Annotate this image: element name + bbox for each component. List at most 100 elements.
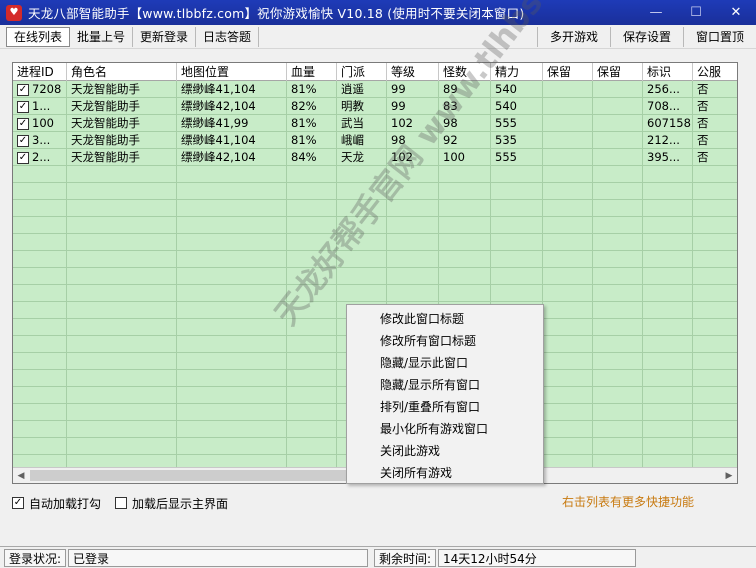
table-cell: 天龙智能助手 [71,150,140,164]
table-cell: ✓ 1... [13,98,67,115]
table-cell [593,98,643,115]
table-cell: 540 [495,99,517,113]
app-logo-icon: ♥ [6,4,22,21]
login-status-value: 已登录 [68,548,368,567]
tab-update-login[interactable]: 更新登录 [133,26,197,47]
table-cell: ✓ 100 [13,115,67,132]
auto-load-label: 自动加载打勾 [29,496,102,511]
show-main-label: 加载后显示主界面 [132,496,229,511]
context-menu: 修改此窗口标题 修改所有窗口标题 隐藏/显示此窗口 隐藏/显示所有窗口 排列/重… [346,304,544,484]
table-cell: 535 [495,133,517,147]
ctx-rename-this-window[interactable]: 修改此窗口标题 [347,308,543,330]
scroll-right-icon[interactable]: ▶ [721,468,737,483]
row-checkbox[interactable]: ✓ [17,151,29,164]
scroll-left-icon[interactable]: ◀ [13,468,29,483]
table-cell [593,149,643,166]
process-id: 1... [32,99,51,113]
column-header[interactable]: 角色名 [67,63,177,81]
scrollbar-thumb[interactable] [30,470,360,481]
table-cell: ✓ 3... [13,132,67,149]
menu-right-group: 多开游戏 保存设置 窗口置顶 [536,26,756,47]
maximize-button[interactable]: ☐ [676,0,716,25]
table-cell: 607158 [647,116,691,130]
column-header[interactable]: 保留 [593,63,643,81]
table-row[interactable]: ✓ 3... 天龙智能助手 缥缈峰41,104 81% 峨嵋 98 92 535 212... 否 [13,132,737,149]
column-header[interactable]: 公服 [693,63,737,81]
table-cell: 84% [291,150,317,164]
table-cell: 天龙 [341,150,364,164]
window-title: 天龙八部智能助手【www.tlbbfz.com】祝你游戏愉快 V10.18 (使… [28,6,525,21]
process-id: 3... [32,133,51,147]
table-cell [593,132,643,149]
table-cell: 395... [647,150,680,164]
table-cell: 否 [697,82,709,96]
table-cell: 缥缈峰41,104 [181,133,256,147]
options-row: ✓ 自动加载打勾 加载后显示主界面 [12,494,242,512]
minimize-button[interactable]: — [636,0,676,25]
row-checkbox[interactable]: ✓ [17,100,29,113]
table-cell: 102 [391,150,413,164]
table-cell: 212... [647,133,680,147]
tab-online-list[interactable]: 在线列表 [6,26,71,47]
table-cell: 540 [495,82,517,96]
table-cell: 峨嵋 [341,133,364,147]
tab-log-quiz[interactable]: 日志答题 [196,26,260,47]
table-cell: 否 [697,116,709,130]
auto-load-option[interactable]: ✓ 自动加载打勾 [12,495,101,512]
show-main-checkbox[interactable] [115,497,128,509]
row-checkbox[interactable]: ✓ [17,83,29,96]
column-header[interactable]: 等级 [387,63,439,81]
window-on-top-button[interactable]: 窗口置顶 [682,26,756,47]
column-header[interactable]: 进程ID [13,63,67,81]
menu-bar: 在线列表 批量上号 更新登录 日志答题 多开游戏 保存设置 窗口置顶 [0,25,756,49]
table-cell: ✓ 2... [13,149,67,166]
table-cell [593,81,643,98]
title-bar[interactable]: ♥ 天龙八部智能助手【www.tlbbfz.com】祝你游戏愉快 V10.18 … [0,0,756,25]
ctx-toggle-this-window[interactable]: 隐藏/显示此窗口 [347,352,543,374]
ctx-close-this-game[interactable]: 关闭此游戏 [347,440,543,462]
table-cell [543,98,593,115]
login-status-label: 登录状况: [4,548,66,567]
main-window: ♥ 天龙八部智能助手【www.tlbbfz.com】祝你游戏愉快 V10.18 … [0,0,756,568]
row-checkbox[interactable]: ✓ [17,134,29,147]
table-row[interactable]: ✓ 7208 天龙智能助手 缥缈峰41,104 81% 逍遥 99 89 540 256... 否 [13,81,737,98]
tab-batch-login[interactable]: 批量上号 [70,26,134,47]
table-row[interactable]: ✓ 100 天龙智能助手 缥缈峰41,99 81% 武当 102 98 555 607158 否 [13,115,737,132]
ctx-minimize-all-games[interactable]: 最小化所有游戏窗口 [347,418,543,440]
ctx-rename-all-windows[interactable]: 修改所有窗口标题 [347,330,543,352]
shortcut-hint: 右击列表有更多快捷功能 [562,495,695,509]
remaining-time-value: 14天12小时54分 [438,548,636,567]
column-header[interactable]: 精力 [491,63,543,81]
row-checkbox[interactable]: ✓ [17,117,29,130]
ctx-close-all-games[interactable]: 关闭所有游戏 [347,462,543,484]
ctx-arrange-all-windows[interactable]: 排列/重叠所有窗口 [347,396,543,418]
table-cell: 否 [697,99,709,113]
table-row[interactable]: ✓ 1... 天龙智能助手 缥缈峰42,104 82% 明教 99 83 540 708... 否 [13,98,737,115]
column-header[interactable]: 保留 [543,63,593,81]
close-button[interactable]: ✕ [716,0,756,25]
save-settings-button[interactable]: 保存设置 [609,26,683,47]
table-cell: ✓ 7208 [13,81,67,98]
table-cell: 99 [391,99,406,113]
column-header[interactable]: 地图位置 [177,63,287,81]
table-cell: 82% [291,99,317,113]
table-cell [543,81,593,98]
ctx-toggle-all-windows[interactable]: 隐藏/显示所有窗口 [347,374,543,396]
column-header[interactable]: 门派 [337,63,387,81]
table-cell: 逍遥 [341,82,364,96]
table-cell [593,115,643,132]
table-cell: 83 [443,99,458,113]
table-cell: 256... [647,82,680,96]
show-main-option[interactable]: 加载后显示主界面 [115,495,228,512]
column-header[interactable]: 怪数 [439,63,491,81]
table-cell: 武当 [341,116,364,130]
column-header[interactable]: 血量 [287,63,337,81]
auto-load-checkbox[interactable]: ✓ [12,497,24,509]
remaining-time-label: 剩余时间: [374,548,436,567]
table-row[interactable]: ✓ 2... 天龙智能助手 缥缈峰42,104 84% 天龙 102 100 555 395...… [13,149,737,166]
multi-open-button[interactable]: 多开游戏 [536,26,610,47]
column-header[interactable]: 标识 [643,63,693,81]
process-id: 7208 [32,82,62,96]
table-body: ✓ 7208 天龙智能助手 缥缈峰41,104 81% 逍遥 99 89 540 256... 否 ✓… [13,81,737,166]
table-cell: 89 [443,82,458,96]
